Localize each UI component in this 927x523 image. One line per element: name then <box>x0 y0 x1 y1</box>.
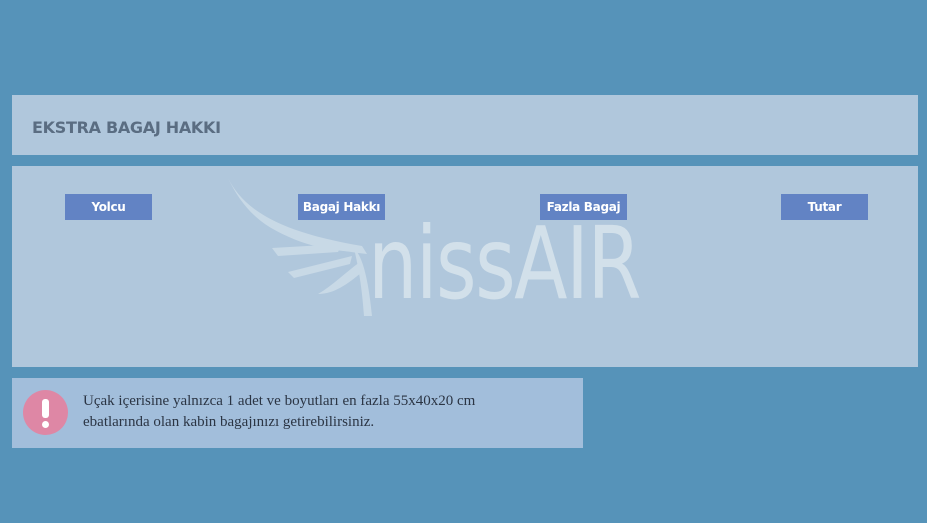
baggage-table: Yolcu Bagaj Hakkı Fazla Bagaj Tutar niss… <box>12 166 918 367</box>
column-header-baggage-allowance[interactable]: Bagaj Hakkı <box>298 194 385 220</box>
column-header-amount[interactable]: Tutar <box>781 194 868 220</box>
section-title: EKSTRA BAGAJ HAKKI <box>32 118 221 137</box>
watermark-brand-text: nissAIR <box>368 205 642 322</box>
section-header: EKSTRA BAGAJ HAKKI <box>12 95 918 155</box>
column-header-extra-baggage[interactable]: Fazla Bagaj <box>540 194 627 220</box>
info-notice: Uçak içerisine yalnızca 1 adet ve boyutl… <box>12 378 583 448</box>
notice-message: Uçak içerisine yalnızca 1 adet ve boyutl… <box>83 393 476 430</box>
column-header-passenger[interactable]: Yolcu <box>65 194 152 220</box>
exclamation-icon <box>23 390 68 435</box>
page: { "section": { "title": "EKSTRA BAGAJ HA… <box>0 0 927 523</box>
